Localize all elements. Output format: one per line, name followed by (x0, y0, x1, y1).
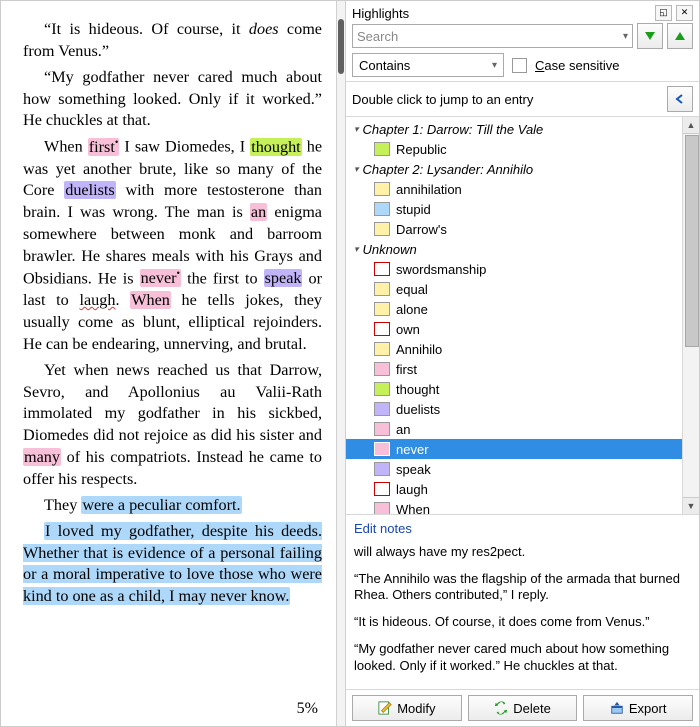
tree-item[interactable]: equal (346, 279, 682, 299)
highlight-loved[interactable]: I loved my godfather, despite his deeds.… (23, 522, 322, 606)
tree-item-selected[interactable]: never (346, 439, 682, 459)
paragraph: They were a peculiar comfort. (23, 495, 322, 517)
progress-label: 5% (297, 698, 318, 720)
tree-item[interactable]: duelists (346, 399, 682, 419)
search-prev-button[interactable] (667, 23, 693, 49)
tree-item[interactable]: Darrow's (346, 219, 682, 239)
search-next-button[interactable] (637, 23, 663, 49)
highlight-thought[interactable]: thought (250, 138, 301, 156)
scroll-up-icon[interactable]: ▲ (683, 117, 699, 134)
reader-pane: “It is hideous. Of course, it does come … (1, 1, 336, 726)
highlight-laugh[interactable]: laugh (79, 291, 115, 309)
paragraph: “My godfather never cared much about how… (23, 67, 322, 133)
close-icon[interactable]: ✕ (676, 5, 693, 21)
highlight-comfort[interactable]: were a peculiar comfort. (81, 496, 241, 514)
tree-chapter[interactable]: ▾Chapter 2: Lysander: Annihilo (346, 159, 682, 179)
highlight-first[interactable]: first• (88, 138, 120, 156)
tree-item[interactable]: own (346, 319, 682, 339)
highlight-many[interactable]: many (23, 448, 61, 466)
note-text: will always have my res2pect. (354, 544, 691, 561)
case-sensitive-checkbox[interactable] (512, 58, 527, 73)
highlights-tree[interactable]: ▾Chapter 1: Darrow: Till the Vale Republ… (346, 116, 699, 514)
paragraph: “It is hideous. Of course, it does come … (23, 19, 322, 63)
match-mode-select[interactable]: Contains▾ (352, 53, 504, 77)
tree-item[interactable]: When (346, 499, 682, 514)
tree-item[interactable]: thought (346, 379, 682, 399)
scroll-down-icon[interactable]: ▼ (683, 497, 699, 514)
highlight-an[interactable]: an (250, 203, 267, 221)
modify-button[interactable]: Modify (352, 695, 462, 721)
highlight-speak[interactable]: speak (264, 269, 303, 287)
edit-notes-link[interactable]: Edit notes (354, 521, 691, 536)
paragraph: Yet when news reached us that Darrow, Se… (23, 360, 322, 491)
tree-item[interactable]: speak (346, 459, 682, 479)
tree-item[interactable]: an (346, 419, 682, 439)
tree-item[interactable]: stupid (346, 199, 682, 219)
note-text: “My godfather never cared much about how… (354, 641, 691, 675)
tree-item[interactable]: swordsmanship (346, 259, 682, 279)
collapse-panel-button[interactable] (667, 86, 693, 112)
tree-item[interactable]: annihilation (346, 179, 682, 199)
export-button[interactable]: Export (583, 695, 693, 721)
tree-chapter[interactable]: ▾Unknown (346, 239, 682, 259)
search-input[interactable]: Search▾ (352, 24, 633, 48)
tree-item[interactable]: Republic (346, 139, 682, 159)
highlights-panel: Highlights ◱ ✕ Search▾ Contains▾ Case se… (346, 1, 699, 726)
note-text: “It is hideous. Of course, it does come … (354, 614, 691, 631)
tree-chapter[interactable]: ▾Chapter 1: Darrow: Till the Vale (346, 119, 682, 139)
notes-pane: Edit notes will always have my res2pect.… (346, 514, 699, 689)
tree-scrollbar[interactable]: ▲ ▼ (682, 117, 699, 514)
case-sensitive-label: Case sensitive (535, 58, 620, 73)
highlight-duelists[interactable]: duelists (64, 181, 115, 199)
highlight-when[interactable]: When (130, 291, 171, 309)
tree-item[interactable]: laugh (346, 479, 682, 499)
paragraph: I loved my godfather, despite his deeds.… (23, 521, 322, 608)
delete-button[interactable]: Delete (468, 695, 578, 721)
highlight-never[interactable]: never• (140, 269, 181, 287)
paragraph: When first• I saw Diomedes, I thought he… (23, 136, 322, 355)
note-text: “The Annihilo was the flagship of the ar… (354, 571, 691, 605)
splitter[interactable] (336, 1, 346, 726)
tree-item[interactable]: first (346, 359, 682, 379)
detach-icon[interactable]: ◱ (655, 5, 672, 21)
panel-title: Highlights (352, 6, 651, 21)
tree-item[interactable]: alone (346, 299, 682, 319)
hint-label: Double click to jump to an entry (352, 92, 533, 107)
tree-item[interactable]: Annihilo (346, 339, 682, 359)
